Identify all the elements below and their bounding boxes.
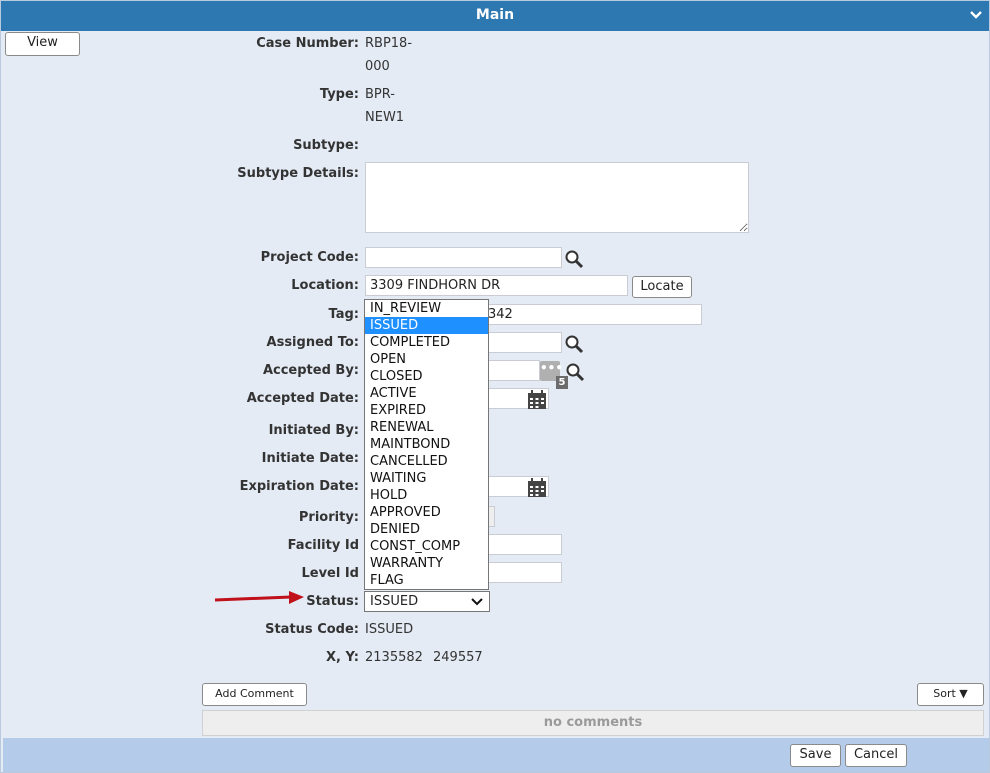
status-option-renewal[interactable]: RENEWAL [365,419,488,436]
type-value-line2: NEW1 [365,110,405,125]
initiated-by-label: Initiated By: [268,423,359,438]
subtype-label: Subtype: [293,138,359,153]
status-label: Status: [306,594,359,609]
search-icon[interactable] [564,249,586,269]
xy-label: X, Y: [326,650,359,665]
chevron-down-icon [471,598,483,606]
status-option-maintbond[interactable]: MAINTBOND [365,436,488,453]
sort-button[interactable]: Sort ▼ [917,683,984,706]
status-option-in-review[interactable]: IN_REVIEW [365,300,488,317]
initiate-date-label: Initiate Date: [261,451,359,466]
chevron-down-icon[interactable] [969,8,983,22]
calendar-icon[interactable] [527,390,547,410]
status-option-waiting[interactable]: WAITING [365,470,488,487]
facility-id-label: Facility Id [287,538,359,553]
accepted-by-label: Accepted By: [262,363,359,378]
status-dropdown-list: IN_REVIEW ISSUED COMPLETED OPEN CLOSED ACTIVE… [364,299,489,590]
add-comment-button[interactable]: Add Comment [202,683,307,706]
title-bar: Main [1,1,989,31]
subtype-details-textarea[interactable] [365,162,749,233]
status-selected-value: ISSUED [370,594,419,609]
assigned-to-label: Assigned To: [266,335,359,350]
subtype-details-label: Subtype Details: [237,166,359,181]
status-option-open[interactable]: OPEN [365,351,488,368]
status-select[interactable]: ISSUED [364,591,490,612]
cancel-button[interactable]: Cancel [845,744,907,767]
accepted-date-label: Accepted Date: [246,391,359,406]
calendar-icon[interactable] [527,478,547,498]
x-value: 2135582 [365,650,423,665]
location-input[interactable]: 3309 FINDHORN DR [365,275,628,296]
type-label: Type: [319,87,359,102]
project-code-input[interactable] [365,247,562,268]
status-option-flag[interactable]: FLAG [365,572,488,589]
view-button[interactable]: View [5,32,80,56]
search-icon[interactable] [564,334,586,354]
search-icon[interactable] [565,362,587,382]
status-option-expired[interactable]: EXPIRED [365,402,488,419]
main-window: Main View Case Number: RBP18- 000 Type: … [0,0,990,773]
save-button[interactable]: Save [790,744,841,767]
type-value-line1: BPR- [365,87,395,102]
status-option-hold[interactable]: HOLD [365,487,488,504]
priority-label: Priority: [298,510,359,525]
status-option-active[interactable]: ACTIVE [365,385,488,402]
status-option-denied[interactable]: DENIED [365,521,488,538]
location-label: Location: [291,278,359,293]
status-option-issued[interactable]: ISSUED [365,317,488,334]
status-option-closed[interactable]: CLOSED [365,368,488,385]
case-number-value-line2: 000 [365,59,390,74]
level-id-label: Level Id [301,566,359,581]
locate-button[interactable]: Locate [632,276,692,298]
status-option-completed[interactable]: COMPLETED [365,334,488,351]
status-option-cancelled[interactable]: CANCELLED [365,453,488,470]
tag-label: Tag: [328,307,359,322]
project-code-label: Project Code: [260,250,359,265]
comments-empty-bar: no comments [202,710,984,736]
case-number-label: Case Number: [256,36,359,51]
y-value: 249557 [433,650,483,665]
status-code-label: Status Code: [265,622,359,637]
status-option-const-comp[interactable]: CONST_COMP [365,538,488,555]
status-code-value: ISSUED [365,622,414,637]
case-number-value-line1: RBP18- [365,36,413,51]
footer-bar: Save Cancel [3,738,989,772]
status-option-warranty[interactable]: WARRANTY [365,555,488,572]
window-title: Main [475,7,515,23]
status-option-approved[interactable]: APPROVED [365,504,488,521]
expiration-date-label: Expiration Date: [239,479,359,494]
